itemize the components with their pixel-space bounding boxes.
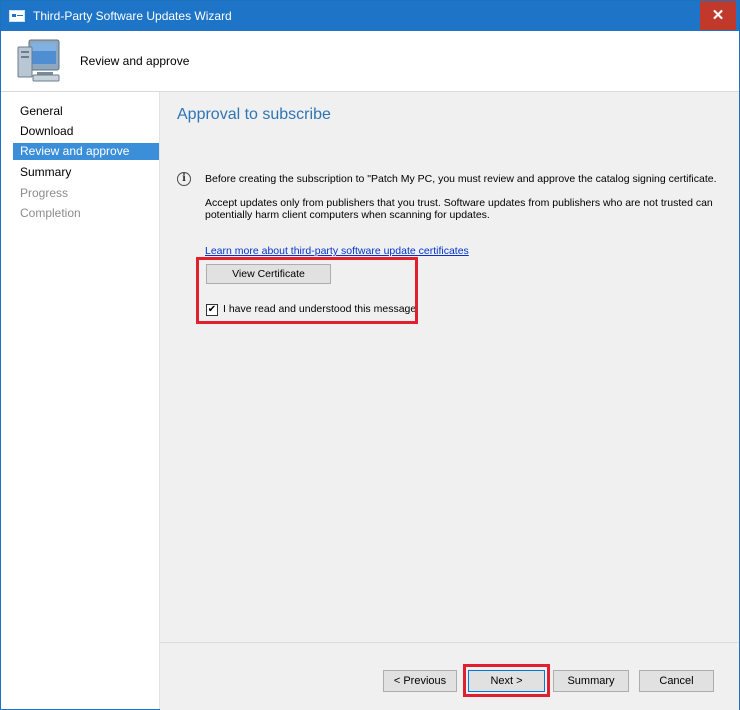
window-app-icon [9, 10, 25, 22]
cancel-button[interactable]: Cancel [639, 670, 714, 692]
wizard-header: Review and approve [1, 31, 739, 92]
summary-button[interactable]: Summary [553, 670, 629, 692]
sidebar-item-completion: Completion [20, 206, 81, 220]
title-bar[interactable]: Third-Party Software Updates Wizard ✕ [1, 1, 739, 31]
wizard-content: Approval to subscribe i Before creating … [160, 92, 739, 642]
trust-warning-line-2: potentially harm client computers when s… [205, 209, 490, 221]
info-icon: i [177, 172, 191, 186]
header-title: Review and approve [80, 54, 190, 68]
previous-button[interactable]: < Previous [383, 670, 457, 692]
wizard-sidebar: General Download Review and approve Summ… [1, 92, 160, 709]
sidebar-item-progress: Progress [20, 186, 69, 200]
certificates-help-link[interactable]: Learn more about third-party software up… [205, 245, 469, 257]
sidebar-item-summary[interactable]: Summary [13, 164, 159, 181]
window-title: Third-Party Software Updates Wizard [33, 9, 232, 23]
computer-monitor-icon [17, 39, 60, 82]
approval-message: Before creating the subscription to "Pat… [205, 173, 717, 185]
sidebar-item-general[interactable]: General [13, 103, 159, 120]
sidebar-item-review-and-approve[interactable]: Review and approve [13, 143, 159, 160]
next-highlight-annotation [463, 664, 550, 697]
trust-warning-line-1: Accept updates only from publishers that… [205, 197, 713, 209]
page-title: Approval to subscribe [177, 106, 331, 123]
close-icon: ✕ [711, 7, 725, 24]
close-button[interactable]: ✕ [700, 1, 736, 30]
sidebar-item-download[interactable]: Download [13, 123, 159, 140]
wizard-window: Third-Party Software Updates Wizard ✕ Re… [0, 0, 740, 710]
highlight-annotation [196, 257, 418, 324]
wizard-footer: < Previous Next > Summary Cancel [160, 642, 739, 710]
